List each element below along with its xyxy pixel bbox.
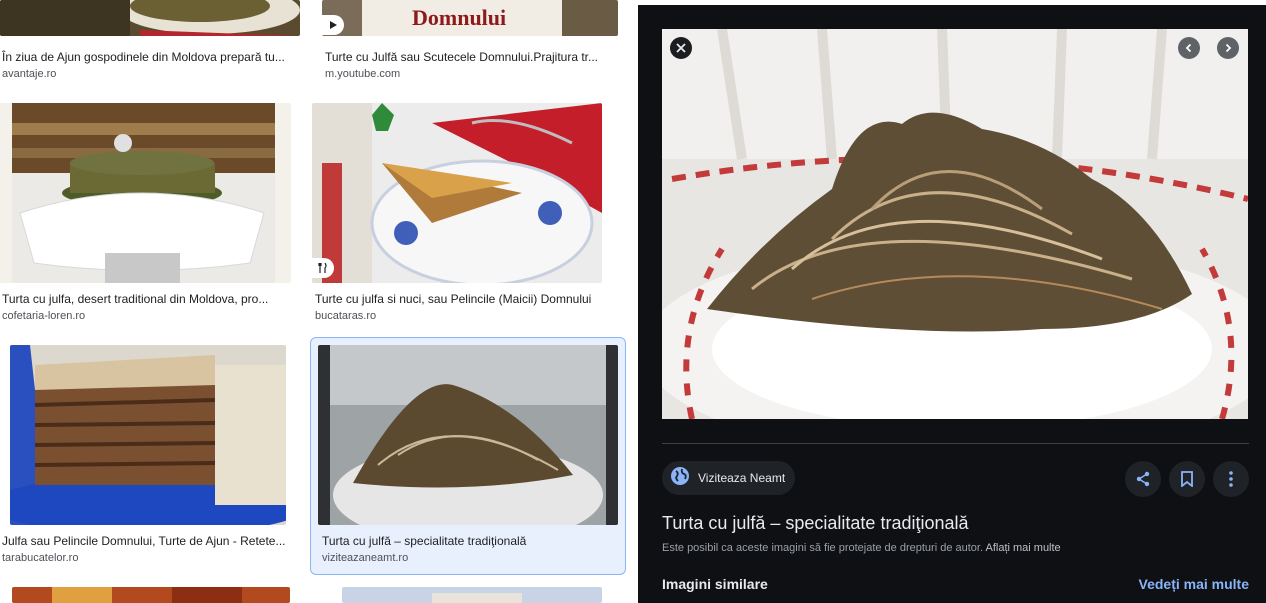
visit-site-chip[interactable]: Viziteaza Neamt xyxy=(662,461,796,495)
result-thumb-3[interactable] xyxy=(312,103,602,283)
results-grid: În ziua de Ajun gospodinele din Moldova … xyxy=(0,0,632,603)
result-source: viziteazaneamt.ro xyxy=(322,552,409,564)
result-source: avantaje.ro xyxy=(2,68,57,80)
result-source: cofetaria-loren.ro xyxy=(2,310,86,322)
similar-images-heading: Imagini similare xyxy=(662,576,768,592)
result-source: tarabucatelor.ro xyxy=(2,552,79,564)
chevron-right-icon[interactable] xyxy=(1217,37,1239,59)
preview-image[interactable] xyxy=(662,29,1248,419)
result-caption[interactable]: Turte cu Julfă sau Scutecele Domnului.Pr… xyxy=(325,50,615,64)
bookmark-icon[interactable] xyxy=(1169,461,1205,497)
copyright-text: Este posibil ca aceste imagini să fie pr… xyxy=(662,542,984,554)
preview-panel: Viziteaza Neamt Turta cu julfă – special… xyxy=(638,5,1266,603)
result-thumb-5[interactable] xyxy=(318,345,618,525)
result-caption[interactable]: Turta cu julfa, desert traditional din M… xyxy=(2,292,300,306)
result-thumb-0[interactable] xyxy=(0,0,300,36)
see-more-link[interactable]: Vedeți mai multe xyxy=(1139,576,1249,592)
result-source: bucataras.ro xyxy=(315,310,377,322)
fork-knife-icon xyxy=(312,258,334,278)
result-caption[interactable]: Julfa sau Pelincile Domnului, Turte de A… xyxy=(2,534,300,548)
result-source: m.youtube.com xyxy=(325,68,401,80)
result-thumb-1[interactable]: Domnului xyxy=(322,0,618,36)
learn-more-link[interactable]: Aflați mai multe xyxy=(985,542,1060,554)
globe-icon xyxy=(670,466,690,491)
result-thumb-6[interactable] xyxy=(12,587,290,603)
result-thumb-4[interactable] xyxy=(10,345,286,525)
close-icon[interactable] xyxy=(670,37,692,59)
thumb-overlay-text: Domnului xyxy=(412,5,506,30)
result-caption[interactable]: Turta cu julfă – specialitate tradiţiona… xyxy=(322,534,620,548)
result-thumb-7[interactable] xyxy=(342,587,602,603)
more-vert-icon[interactable] xyxy=(1213,461,1249,497)
site-name: Viziteaza Neamt xyxy=(698,471,786,485)
copyright-notice: Este posibil ca aceste imagini să fie pr… xyxy=(662,542,1061,554)
result-caption[interactable]: În ziua de Ajun gospodinele din Moldova … xyxy=(2,50,300,64)
divider xyxy=(662,443,1249,444)
result-caption[interactable]: Turte cu julfa si nuci, sau Pelincile (M… xyxy=(315,292,615,306)
share-icon[interactable] xyxy=(1125,461,1161,497)
chevron-left-icon[interactable] xyxy=(1178,37,1200,59)
result-thumb-2[interactable] xyxy=(0,103,291,283)
play-icon xyxy=(322,15,344,35)
preview-title[interactable]: Turta cu julfă – specialitate tradiţiona… xyxy=(662,513,969,534)
